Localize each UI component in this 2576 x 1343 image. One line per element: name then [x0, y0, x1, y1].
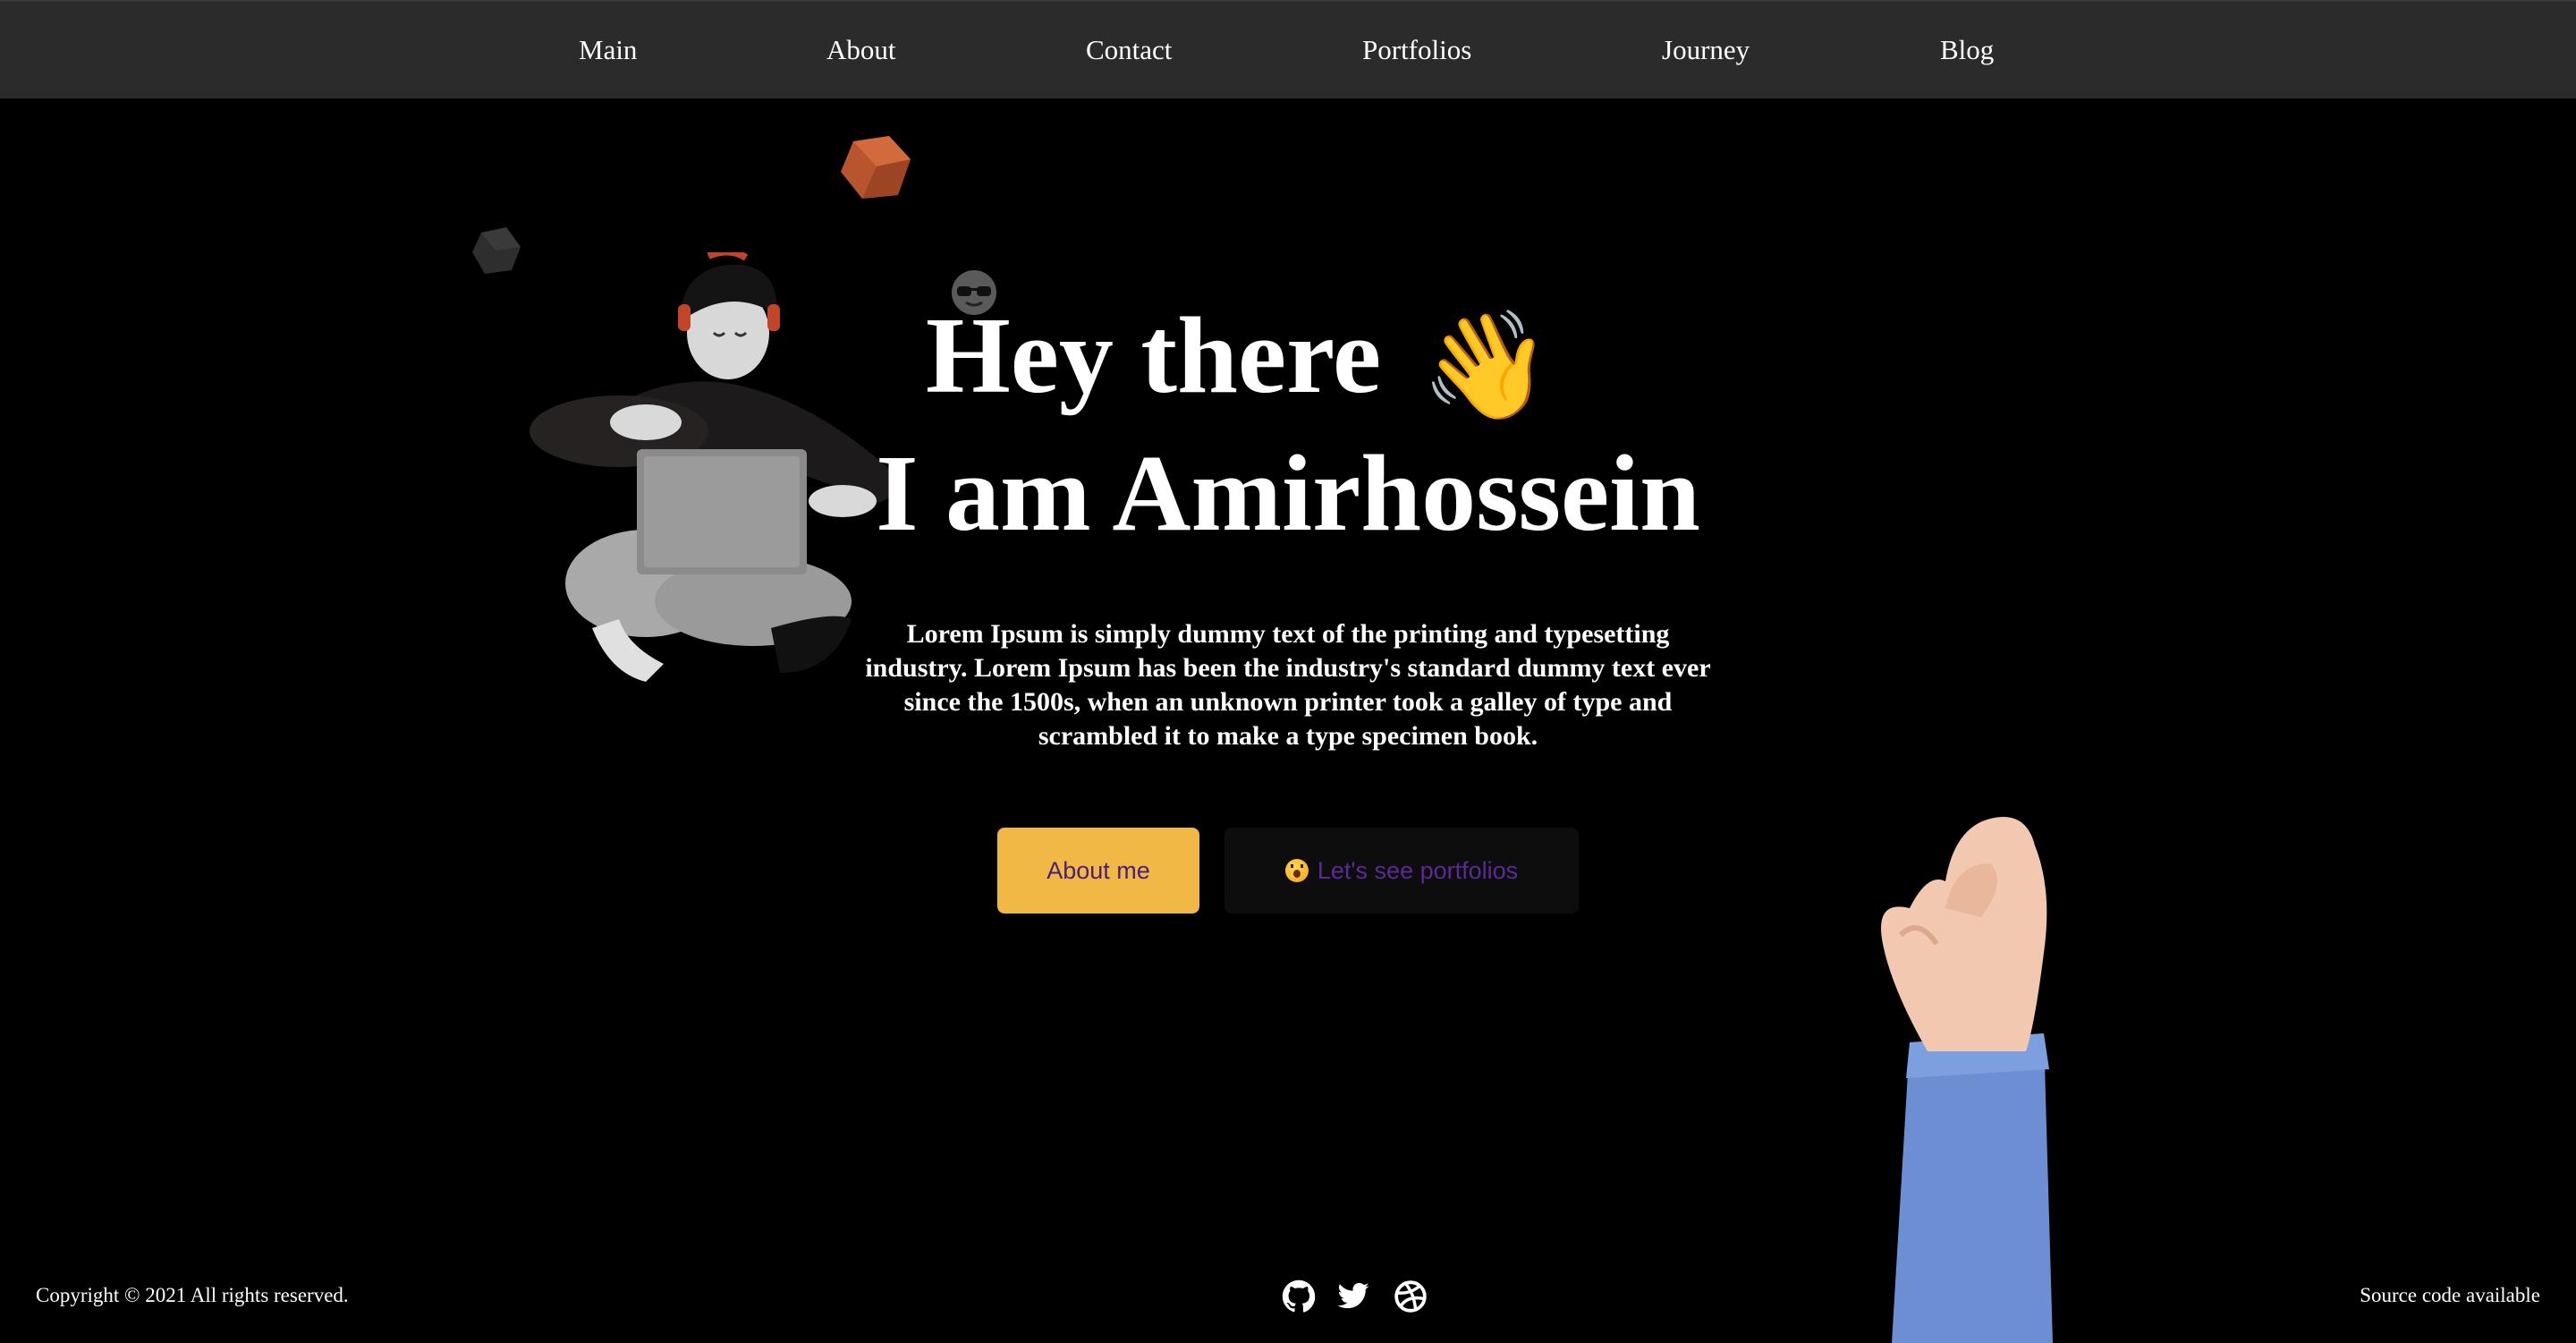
top-navbar: Main About Contact Portfolios Journey Bl… — [0, 0, 2576, 98]
hero-greeting-text: Hey there — [925, 295, 1382, 416]
footer-copyright: Copyright © 2021 All rights reserved. — [36, 1284, 349, 1306]
nav-item-blog[interactable]: Blog — [1940, 34, 1994, 66]
floating-cube-orange — [841, 136, 911, 199]
hero-name: I am Amirhossein — [876, 433, 1700, 554]
surprised-face-icon — [1284, 859, 1309, 882]
see-portfolios-label: Let's see portfolios — [1317, 856, 1519, 884]
about-me-button[interactable]: About me — [997, 828, 1199, 914]
waving-hand-icon: 👋 — [1420, 308, 1553, 425]
hand-illustration — [1881, 817, 2053, 1343]
nav-item-contact[interactable]: Contact — [1086, 34, 1172, 66]
see-portfolios-button[interactable]: Let's see portfolios — [1224, 828, 1579, 914]
nav-item-portfolios[interactable]: Portfolios — [1362, 34, 1471, 66]
dribbble-icon[interactable] — [1394, 1279, 1428, 1313]
source-code-link[interactable]: Source code available — [2360, 1284, 2540, 1307]
hero-description: Lorem Ipsum is simply dummy text of the … — [865, 619, 1711, 751]
nav-item-main[interactable]: Main — [579, 34, 637, 66]
hero-greeting: Hey there 👋 — [0, 293, 2527, 429]
nav-item-journey[interactable]: Journey — [1662, 34, 1750, 66]
nav-item-about[interactable]: About — [826, 34, 896, 66]
twitter-icon[interactable] — [1336, 1279, 1370, 1313]
github-icon[interactable] — [1282, 1279, 1316, 1313]
